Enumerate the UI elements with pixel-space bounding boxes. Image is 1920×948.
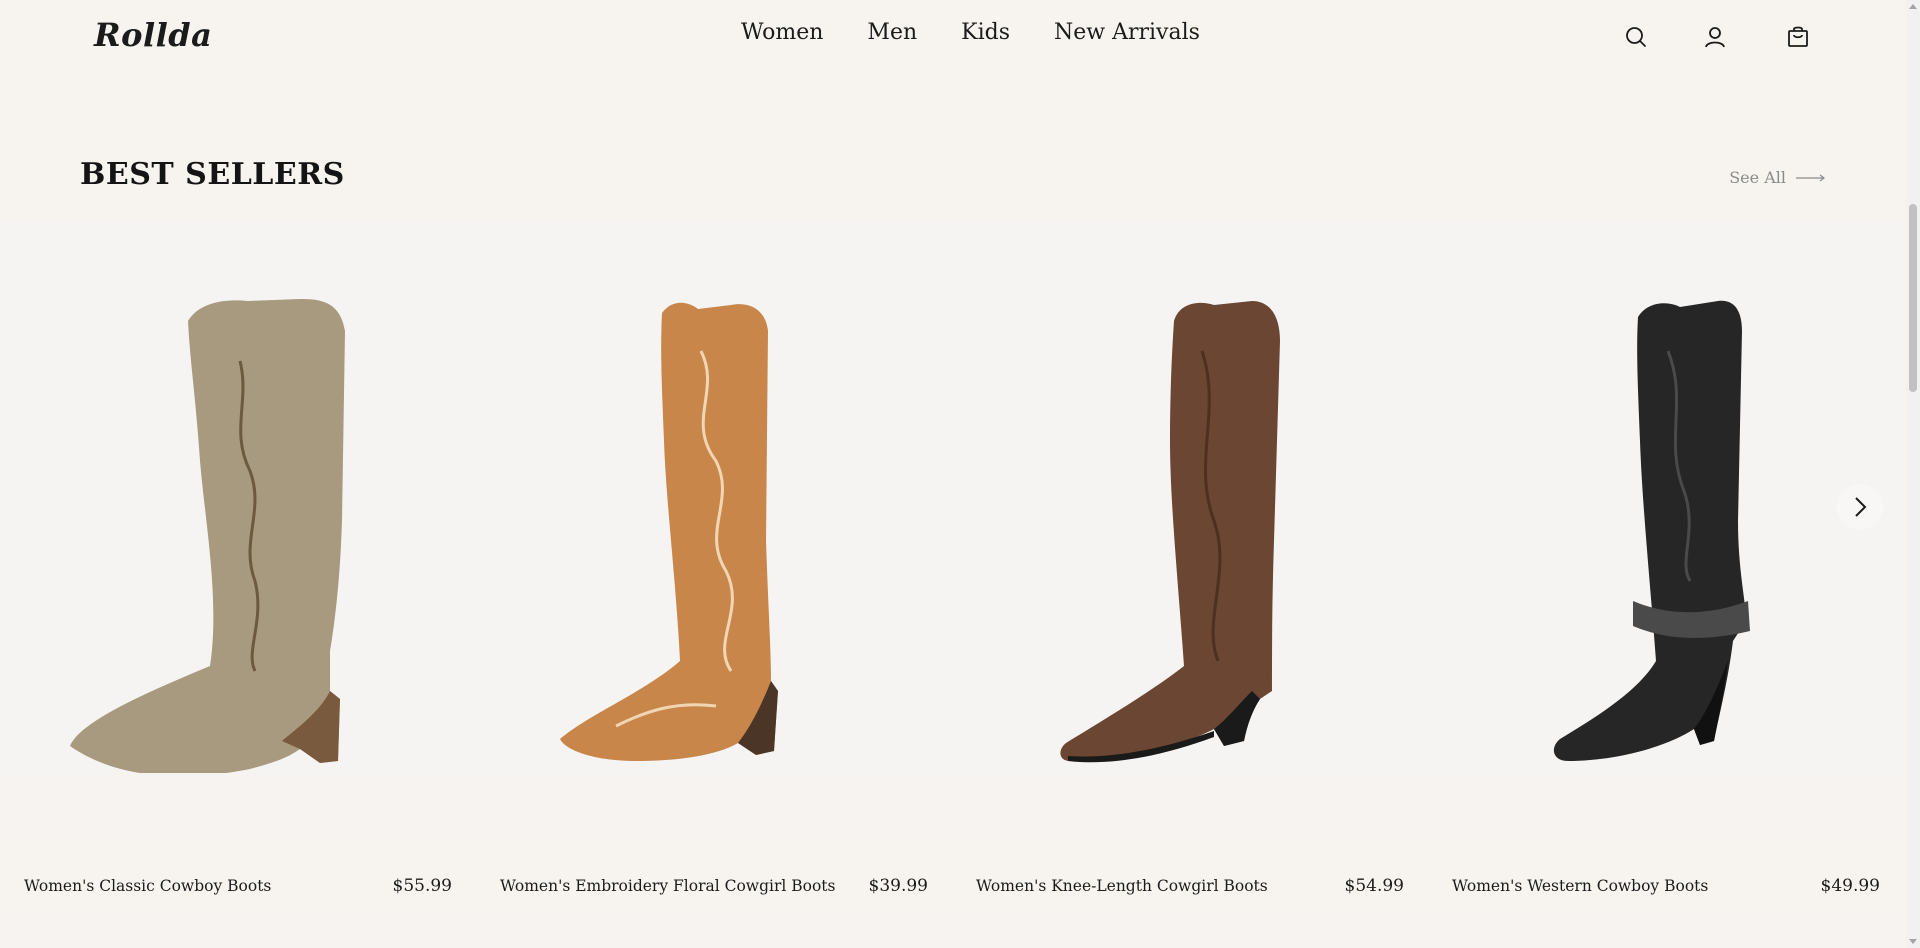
see-all-label: See All xyxy=(1729,168,1786,187)
product-name[interactable]: Women's Classic Cowboy Boots xyxy=(24,877,271,895)
product-name[interactable]: Women's Knee-Length Cowgirl Boots xyxy=(976,877,1268,895)
arrow-right-icon xyxy=(1796,174,1825,181)
product-info: Women's Embroidery Floral Cowgirl Boots … xyxy=(476,841,952,911)
see-all-link[interactable]: See All xyxy=(1729,168,1826,187)
nav-item-kids[interactable]: Kids xyxy=(961,20,1010,45)
product-price: $49.99 xyxy=(1820,876,1880,896)
product-image[interactable] xyxy=(476,221,952,773)
carousel-next-button[interactable] xyxy=(1837,484,1883,530)
page: Rollda Women Men Kids New Arrivals BEST … xyxy=(0,0,1920,948)
chevron-right-icon xyxy=(1855,497,1867,517)
product-card[interactable]: Women's Knee-Length Cowgirl Boots $54.99 xyxy=(952,221,1428,911)
product-image[interactable] xyxy=(952,221,1428,773)
product-name[interactable]: Women's Embroidery Floral Cowgirl Boots xyxy=(500,877,835,895)
product-image[interactable] xyxy=(0,221,476,773)
brand-logo[interactable]: Rollda xyxy=(94,16,212,54)
site-header: Rollda Women Men Kids New Arrivals xyxy=(0,0,1906,75)
product-card[interactable]: Women's Embroidery Floral Cowgirl Boots … xyxy=(476,221,952,911)
nav-item-women[interactable]: Women xyxy=(741,20,823,45)
product-price: $39.99 xyxy=(868,876,928,896)
boot-image xyxy=(70,299,345,773)
product-price: $55.99 xyxy=(392,876,452,896)
product-info: Women's Knee-Length Cowgirl Boots $54.99 xyxy=(952,841,1428,911)
product-price: $54.99 xyxy=(1344,876,1404,896)
section-title: BEST SELLERS xyxy=(80,157,345,192)
scroll-up-icon[interactable] xyxy=(1909,4,1917,9)
product-card[interactable]: Women's Classic Cowboy Boots $55.99 xyxy=(0,221,476,911)
product-card[interactable]: Women's Western Cowboy Boots $49.99 xyxy=(1428,221,1904,911)
account-icon[interactable] xyxy=(1702,24,1728,50)
product-carousel: Women's Classic Cowboy Boots $55.99 Wome… xyxy=(0,221,1906,948)
product-name[interactable]: Women's Western Cowboy Boots xyxy=(1452,877,1708,895)
nav-item-new-arrivals[interactable]: New Arrivals xyxy=(1054,20,1200,45)
product-info: Women's Western Cowboy Boots $49.99 xyxy=(1428,841,1904,911)
product-image[interactable] xyxy=(1428,221,1904,773)
shopping-bag-icon[interactable] xyxy=(1785,24,1811,50)
product-info: Women's Classic Cowboy Boots $55.99 xyxy=(0,841,476,911)
nav-item-men[interactable]: Men xyxy=(867,20,917,45)
boot-image xyxy=(1553,300,1750,761)
search-icon[interactable] xyxy=(1623,24,1649,50)
scroll-thumb[interactable] xyxy=(1909,204,1917,392)
page-scrollbar[interactable] xyxy=(1906,0,1920,948)
best-sellers-header: BEST SELLERS See All xyxy=(0,75,1906,221)
boot-image xyxy=(1060,301,1280,763)
boot-image xyxy=(560,302,778,761)
scroll-down-icon[interactable] xyxy=(1909,939,1917,944)
main-nav: Women Men Kids New Arrivals xyxy=(741,20,1200,45)
